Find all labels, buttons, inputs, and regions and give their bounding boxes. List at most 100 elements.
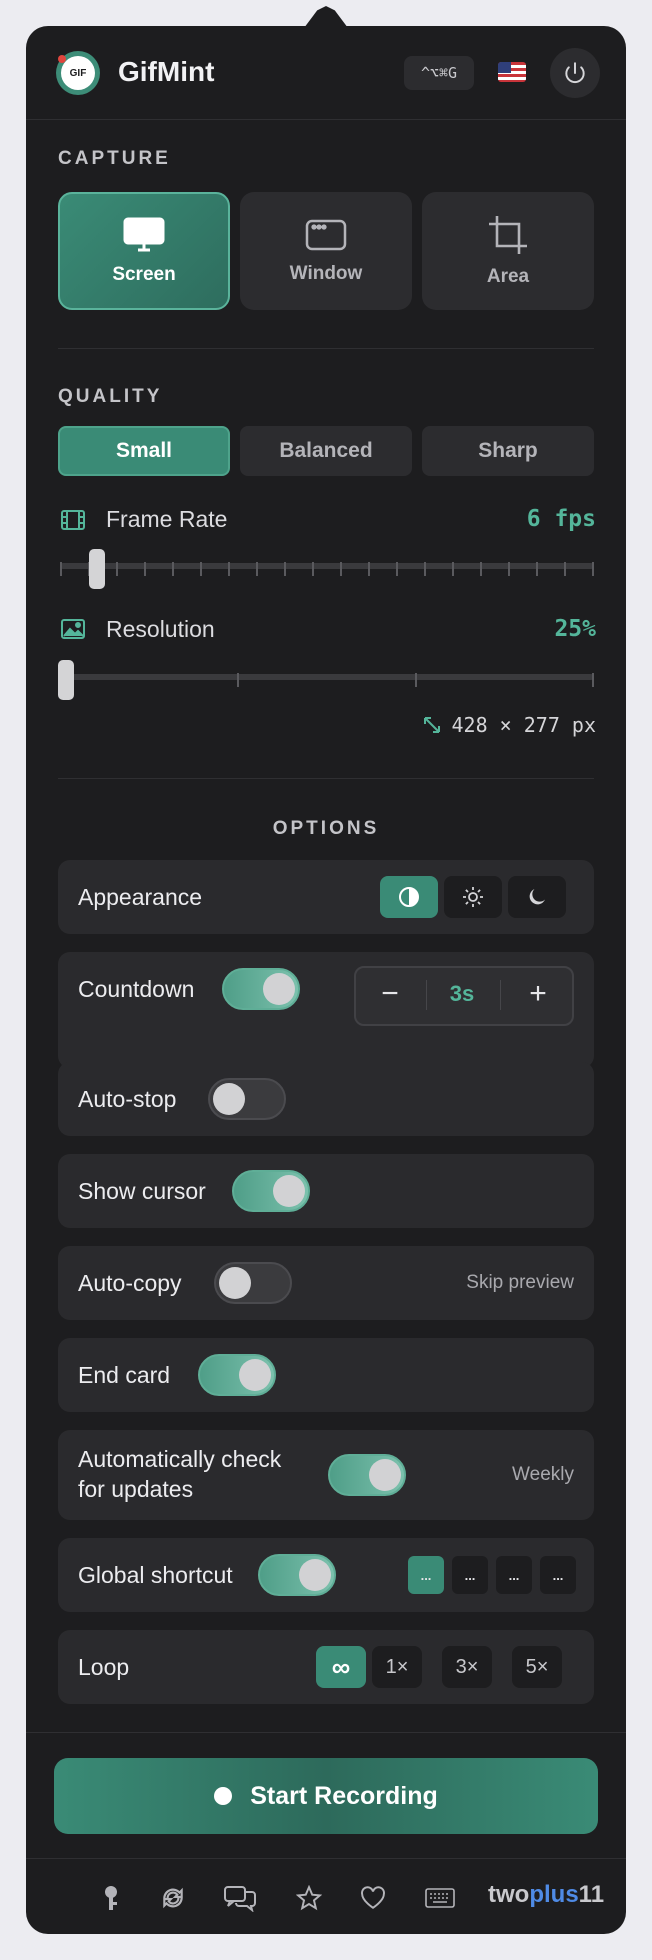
auto-copy-row: Auto-copy Skip preview [58, 1246, 594, 1320]
window-icon [305, 219, 347, 251]
slider-knob[interactable] [58, 660, 74, 700]
shortcut-slot-1[interactable]: ... [408, 1556, 444, 1594]
brand-part-1: two [488, 1881, 530, 1908]
shortcut-badge[interactable]: ^⌥⌘G [404, 56, 474, 90]
start-recording-button[interactable]: Start Recording [54, 1758, 598, 1834]
dimensions-text: 428 × 277 px [451, 713, 597, 737]
moon-icon [529, 889, 545, 905]
capture-section-label: CAPTURE [58, 148, 171, 169]
auto-copy-label: Auto-copy [78, 1270, 182, 1296]
auto-stop-label: Auto-stop [78, 1086, 177, 1112]
app-panel: GIF GifMint ^⌥⌘G CAPTURE Screen Window A… [26, 26, 626, 1934]
slider-tick [508, 562, 510, 576]
countdown-toggle[interactable] [222, 968, 300, 1010]
refresh-icon[interactable] [158, 1883, 188, 1913]
slider-tick [144, 562, 146, 576]
shortcut-slot-2[interactable]: ... [452, 1556, 488, 1594]
countdown-value: 3s [449, 981, 475, 1006]
keyboard-icon[interactable] [424, 1883, 456, 1913]
countdown-label: Countdown [78, 976, 195, 1002]
appearance-label: Appearance [78, 884, 203, 910]
appearance-auto-button[interactable] [380, 876, 438, 918]
capture-screen-button[interactable]: Screen [58, 192, 230, 310]
countdown-increase-button[interactable]: + [502, 966, 574, 1022]
brand-part-3: 11 [578, 1881, 605, 1908]
shortcut-slot-4[interactable]: ... [540, 1556, 576, 1594]
app-logo: GIF [56, 51, 100, 95]
slider-tick [396, 562, 398, 576]
quality-sharp-button[interactable]: Sharp [422, 426, 594, 476]
countdown-row: Countdown − 3s + [58, 952, 594, 1068]
output-dimensions: 428 × 277 px [422, 713, 597, 737]
image-icon [61, 619, 85, 639]
slider-tick [172, 562, 174, 576]
brand-part-2: plus [529, 1881, 579, 1908]
capture-area-button[interactable]: Area [422, 192, 594, 310]
film-icon [61, 510, 85, 530]
divider [58, 778, 594, 779]
loop-3x-button[interactable]: 3× [442, 1646, 492, 1688]
sun-icon [463, 887, 483, 907]
shortcut-slot-3[interactable]: ... [496, 1556, 532, 1594]
global-shortcut-row: Global shortcut ... ... ... ... [58, 1538, 594, 1612]
appearance-dark-button[interactable] [508, 876, 566, 918]
auto-update-label-line1: Automatically check [78, 1446, 282, 1472]
resize-arrows-icon [423, 717, 440, 733]
end-card-toggle[interactable] [198, 1354, 276, 1396]
show-cursor-row: Show cursor [58, 1154, 594, 1228]
power-button[interactable] [550, 48, 600, 98]
loop-label: Loop [78, 1654, 130, 1680]
resolution-track[interactable] [60, 674, 594, 680]
start-recording-label: Start Recording [250, 1781, 438, 1810]
slider-tick [536, 562, 538, 576]
appearance-light-button[interactable] [444, 876, 502, 918]
auto-copy-toggle[interactable] [214, 1262, 292, 1304]
quality-balanced-button[interactable]: Balanced [240, 426, 412, 476]
resolution-label: Resolution [106, 616, 215, 642]
slider-tick [424, 562, 426, 576]
app-title: GifMint [118, 56, 215, 87]
auto-stop-toggle[interactable] [208, 1078, 286, 1120]
global-shortcut-label: Global shortcut [78, 1562, 233, 1588]
quality-small-button[interactable]: Small [58, 426, 230, 476]
frame-rate-track[interactable] [60, 563, 594, 569]
power-icon [565, 62, 585, 84]
popover-arrow [304, 6, 348, 28]
auto-update-toggle[interactable] [328, 1454, 406, 1496]
loop-1x-button[interactable]: 1× [372, 1646, 422, 1688]
auto-update-row: Automatically check for updates Weekly [58, 1430, 594, 1520]
record-dot-icon [214, 1787, 233, 1805]
update-frequency[interactable]: Weekly [512, 1464, 574, 1486]
capture-window-label: Window [289, 263, 363, 284]
crop-icon [489, 216, 527, 254]
chat-icon[interactable] [222, 1883, 258, 1913]
loop-infinite-button[interactable]: ∞ [316, 1646, 366, 1688]
end-card-label: End card [78, 1362, 171, 1388]
slider-tick [480, 562, 482, 576]
slider-tick [452, 562, 454, 576]
end-card-row: End card [58, 1338, 594, 1412]
loop-5x-button[interactable]: 5× [512, 1646, 562, 1688]
countdown-decrease-button[interactable]: − [354, 966, 426, 1022]
star-icon[interactable] [294, 1883, 324, 1913]
auto-stop-row: Auto-stop [58, 1062, 594, 1136]
slider-tick [237, 673, 240, 687]
brand-logo[interactable]: twoplus11 [488, 1881, 604, 1909]
us-flag-icon[interactable] [498, 62, 526, 82]
auto-copy-note: Skip preview [466, 1272, 574, 1293]
heart-icon[interactable] [358, 1883, 388, 1913]
slider-knob[interactable] [89, 549, 106, 589]
show-cursor-toggle[interactable] [232, 1170, 310, 1212]
slider-tick [312, 562, 314, 576]
global-shortcut-toggle[interactable] [258, 1554, 336, 1596]
key-icon[interactable] [96, 1883, 126, 1913]
slider-tick [256, 562, 258, 576]
auto-update-label: Automatically check for updates [78, 1444, 281, 1504]
auto-contrast-icon [399, 887, 419, 907]
slider-tick [228, 562, 230, 576]
capture-window-button[interactable]: Window [240, 192, 412, 310]
stepper-separator [500, 980, 501, 1010]
slider-tick [340, 562, 342, 576]
frame-rate-label: Frame Rate [106, 506, 228, 532]
capture-area-label: Area [486, 266, 530, 287]
